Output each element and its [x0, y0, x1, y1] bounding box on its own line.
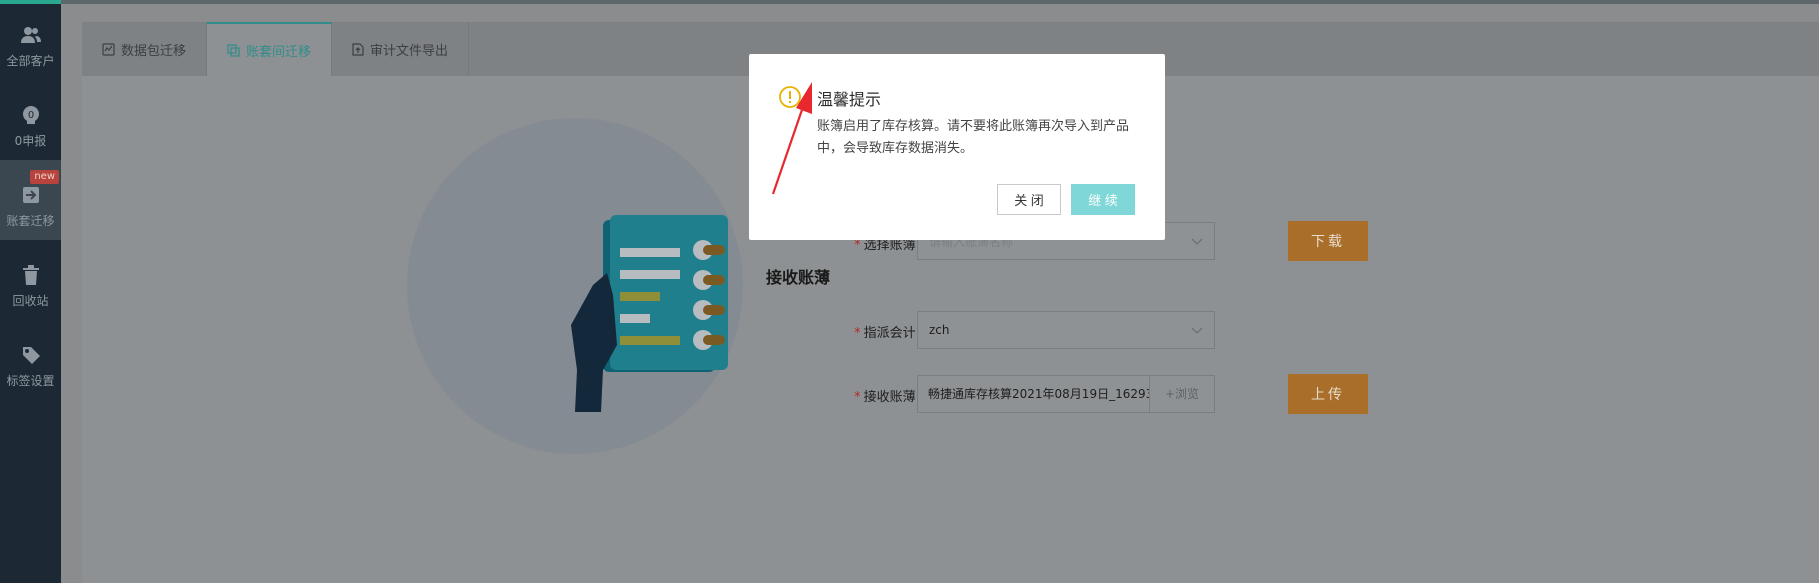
tab-package-migration[interactable]: 数据包迁移	[82, 22, 208, 76]
tab-label: 账套间迁移	[246, 44, 312, 60]
tab-account-transfer[interactable]: 账套间迁移	[207, 22, 333, 76]
chevron-down-icon	[1191, 327, 1203, 334]
dialog-title: 温馨提示	[817, 90, 882, 109]
annotation-arrow	[771, 82, 812, 195]
notebook-illustration	[571, 215, 728, 412]
transfer-icon	[227, 43, 240, 57]
dialog-message: 账簿启用了库存核算。请不要将此账簿再次导入到产品中，会导致库存数据消失。	[817, 119, 1130, 156]
receive-section-title: 接收账薄	[766, 268, 831, 287]
sidebar-item-account-migration[interactable]: new 账套迁移	[0, 160, 61, 240]
sidebar-item-label: 回收站	[12, 294, 49, 308]
close-button[interactable]: 关 闭	[997, 184, 1061, 215]
tab-label: 数据包迁移	[121, 43, 187, 59]
receive-account-file-field: 畅捷通库存核算2021年08月19日_162935 +浏览	[917, 375, 1215, 413]
required-mark: *	[854, 326, 861, 341]
users-icon	[20, 24, 42, 46]
trash-icon	[20, 264, 42, 286]
receive-account-label: * 接收账薄:	[854, 390, 920, 405]
sidebar-item-all-customers[interactable]: 全部客户	[0, 0, 61, 80]
tag-icon	[20, 344, 42, 366]
top-border	[0, 0, 1819, 4]
assign-accountant-dropdown[interactable]: zch	[917, 311, 1215, 349]
tabs: 数据包迁移 账套间迁移 审计文件导出	[82, 22, 470, 76]
upload-button[interactable]: 上传	[1288, 374, 1368, 414]
assign-accountant-label: * 指派会计:	[854, 326, 920, 341]
sidebar-item-zero-report[interactable]: 0 0申报	[0, 80, 61, 160]
sidebar-item-label: 标签设置	[6, 374, 55, 388]
tab-audit-export[interactable]: 审计文件导出	[332, 22, 470, 76]
browse-button[interactable]: +浏览	[1149, 376, 1214, 412]
download-button[interactable]: 下载	[1288, 221, 1368, 261]
sidebar-item-recycle-bin[interactable]: 回收站	[0, 240, 61, 320]
svg-text:0: 0	[27, 110, 33, 121]
required-mark: *	[854, 390, 861, 405]
migrate-icon	[20, 184, 42, 206]
sidebar-item-label: 账套迁移	[6, 214, 55, 228]
chevron-down-icon	[1191, 238, 1203, 245]
new-badge: new	[30, 170, 59, 184]
zero-report-icon: 0	[20, 104, 42, 126]
sidebar-item-label: 全部客户	[6, 54, 55, 68]
required-mark: *	[854, 238, 861, 253]
export-file-icon	[352, 42, 364, 56]
sidebar-item-label: 0申报	[14, 134, 47, 148]
package-icon	[102, 42, 115, 56]
tab-label: 审计文件导出	[370, 43, 449, 59]
receive-file-name[interactable]: 畅捷通库存核算2021年08月19日_162935	[918, 376, 1149, 412]
sidebar: 全部客户 0 0申报 new 账套迁移 回收站 标签设置	[0, 0, 61, 583]
continue-button[interactable]: 继 续	[1071, 184, 1135, 215]
sidebar-item-tag-settings[interactable]: 标签设置	[0, 320, 61, 400]
assign-accountant-value: zch	[929, 323, 950, 337]
